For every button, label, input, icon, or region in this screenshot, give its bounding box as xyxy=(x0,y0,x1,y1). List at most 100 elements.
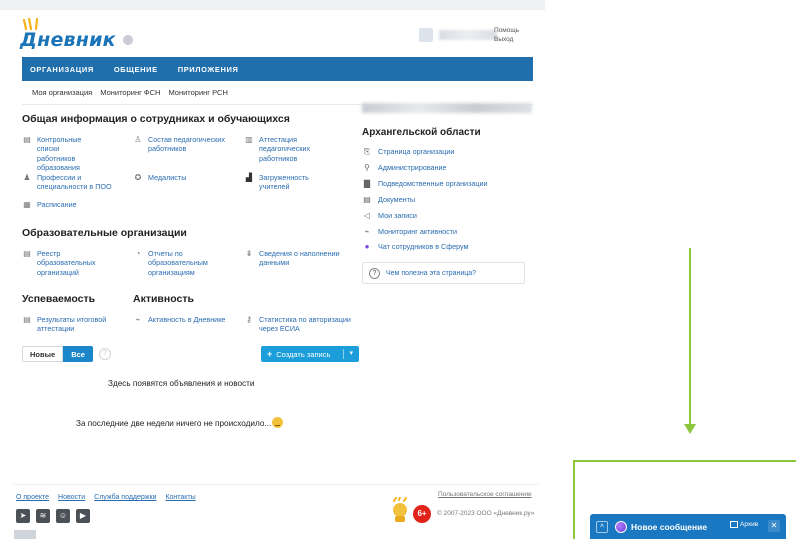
professions-link[interactable]: ♟ Профессии и специальности в ПОО xyxy=(22,173,132,192)
data-fill-link[interactable]: ⇟ Сведения о наполнении данными xyxy=(244,249,356,268)
nav-organization[interactable]: ОРГАНИЗАЦИЯ xyxy=(30,65,94,74)
chat-title[interactable]: Новое сообщение xyxy=(631,522,707,532)
subnav-my-organization[interactable]: Моя организация xyxy=(32,88,92,97)
building-icon: ▇ xyxy=(363,179,371,188)
annotation-box-left xyxy=(573,460,575,539)
org-reports-label: Отчеты по образовательным организациям xyxy=(148,249,208,277)
user-agreement-link[interactable]: Пользовательское соглашение xyxy=(438,491,532,498)
user-name-blurred[interactable] xyxy=(439,30,497,40)
nav-apps[interactable]: ПРИЛОЖЕНИЯ xyxy=(178,65,239,74)
social-links: ➤ ≋ ☺ ▶ xyxy=(16,509,96,523)
feedback-label: Чем полезна эта страница? xyxy=(386,269,477,277)
diary-activity-label: Активность в Дневнике xyxy=(148,315,226,324)
create-post-button[interactable]: + Создать запись ▾ xyxy=(261,346,359,362)
diary-activity-link[interactable]: ⌁ Активность в Дневнике xyxy=(133,315,243,325)
chat-widget[interactable]: ˄ Новое сообщение Архив ✕ xyxy=(590,514,786,539)
help-icon[interactable]: ? xyxy=(98,348,111,360)
documents-label: Документы xyxy=(378,195,416,204)
telegram-icon[interactable]: ➤ xyxy=(16,509,30,523)
checklists-link[interactable]: ▤ Контрольные списки работников образова… xyxy=(22,135,132,173)
teacher-load-label: Загруженность учителей xyxy=(259,173,309,192)
documents-link[interactable]: ▤ Документы xyxy=(362,195,415,204)
smile-emoji-icon xyxy=(272,417,284,428)
professions-label: Профессии и специальности в ПОО xyxy=(37,173,112,192)
organization-name-blurred xyxy=(362,103,532,113)
key-icon: ⚷ xyxy=(246,315,252,324)
certificate-icon: ▥ xyxy=(245,135,253,144)
teacher-load-link[interactable]: ▟ Загруженность учителей xyxy=(244,173,354,192)
activity-monitoring-label: Мониторинг активности xyxy=(378,227,458,236)
activity-heading: Активность xyxy=(133,293,194,305)
general-info-heading: Общая информация о сотрудниках и обучающ… xyxy=(22,113,290,125)
subnav-rsn-monitoring[interactable]: Мониторинг РСН xyxy=(168,88,227,97)
pulse-icon: ⌁ xyxy=(364,227,370,236)
main-nav: ОРГАНИЗАЦИЯ ОБЩЕНИЕ ПРИЛОЖЕНИЯ xyxy=(22,57,533,81)
medalists-link[interactable]: ✪ Медалисты xyxy=(133,173,243,183)
page-icon: ⎘ xyxy=(363,147,371,156)
activity-monitoring-link[interactable]: ⌁ Мониторинг активности xyxy=(362,227,458,236)
staff-composition-link[interactable]: ♙ Состав педагогических работников xyxy=(133,135,243,154)
profession-icon: ♟ xyxy=(23,173,31,182)
annotation-box-top xyxy=(573,460,796,462)
sferum-chat-label: Чат сотрудников в Сферум xyxy=(378,242,469,251)
status-dot-icon xyxy=(122,35,133,45)
footer-contacts-link[interactable]: Контакты xyxy=(165,494,195,501)
chevron-up-icon[interactable]: ˄ xyxy=(596,520,608,533)
logout-link[interactable]: Выход xyxy=(494,35,519,44)
my-posts-label: Мои записи xyxy=(378,211,417,220)
button-separator xyxy=(343,349,344,359)
final-attestation-link[interactable]: ▤ Результаты итоговой аттестации xyxy=(22,315,132,334)
results-icon: ▤ xyxy=(23,315,31,324)
news-filter: Новые Все ? xyxy=(22,346,111,362)
attestation-link[interactable]: ▥ Аттестация педагогических работников xyxy=(244,135,354,163)
megaphone-icon: ◁ xyxy=(363,211,371,220)
registry-link[interactable]: ▤ Реестр образовательных организаций xyxy=(22,249,132,277)
avatar[interactable] xyxy=(419,28,433,42)
annotation-arrow-head xyxy=(684,424,696,434)
documents-icon: ▤ xyxy=(363,195,371,204)
odnoklassniki-icon[interactable]: ☺ xyxy=(56,509,70,523)
tab-all[interactable]: Все xyxy=(63,346,93,362)
age-rating-badge: 6+ xyxy=(413,505,431,523)
footer-about-link[interactable]: О проекте xyxy=(16,494,49,501)
question-icon: ? xyxy=(369,267,380,279)
staff-composition-label: Состав педагогических работников xyxy=(148,135,225,154)
person-icon: ♙ xyxy=(134,135,142,144)
my-posts-link[interactable]: ◁ Мои записи xyxy=(362,211,417,220)
schedule-link[interactable]: ▦ Расписание xyxy=(22,200,132,210)
wrench-icon: ⚲ xyxy=(364,163,370,172)
data-fill-icon: ⇟ xyxy=(245,249,253,258)
org-reports-link[interactable]: ◔ Отчеты по образовательным организациям xyxy=(133,249,243,277)
registry-label: Реестр образовательных организаций xyxy=(37,249,96,277)
activity-icon: ⌁ xyxy=(135,315,141,324)
administration-link[interactable]: ⚲ Администрирование xyxy=(362,163,447,172)
help-link[interactable]: Помощь xyxy=(494,26,519,35)
sferum-chat-link[interactable]: ● Чат сотрудников в Сферум xyxy=(362,242,469,251)
tab-new[interactable]: Новые xyxy=(22,346,64,362)
feedback-box[interactable]: ? Чем полезна эта страница? xyxy=(362,262,525,284)
checklist-icon: ▤ xyxy=(23,135,31,144)
administration-label: Администрирование xyxy=(378,163,447,172)
medal-icon: ✪ xyxy=(134,173,142,182)
logo[interactable]: Дневник xyxy=(20,18,133,51)
chevron-down-icon[interactable]: ▾ xyxy=(349,349,353,357)
user-block[interactable] xyxy=(419,28,497,42)
scroll-tab xyxy=(14,530,36,539)
news-nothing-text: За последние две недели ничего не происх… xyxy=(76,419,272,428)
create-post-label: Создать запись xyxy=(276,349,331,359)
subordinate-orgs-link[interactable]: ▇ Подведомственные организации xyxy=(362,179,488,188)
footer-links: О проекте Новости Служба поддержки Конта… xyxy=(16,494,205,501)
org-page-link[interactable]: ⎘ Страница организации xyxy=(362,147,455,156)
close-icon[interactable]: ✕ xyxy=(768,520,780,532)
schedule-label: Расписание xyxy=(37,200,77,209)
esia-stats-link[interactable]: ⚷ Статистика по авторизации через ЕСИА xyxy=(244,315,356,334)
archive-icon xyxy=(730,521,738,528)
nav-communication[interactable]: ОБЩЕНИЕ xyxy=(114,65,158,74)
archive-button[interactable]: Архив xyxy=(730,521,758,528)
footer-support-link[interactable]: Служба поддержки xyxy=(94,494,156,501)
vk-icon[interactable]: ≋ xyxy=(36,509,50,523)
subnav-fsn-monitoring[interactable]: Мониторинг ФСН xyxy=(100,88,160,97)
news-nothing: За последние две недели ничего не происх… xyxy=(76,417,284,428)
video-icon[interactable]: ▶ xyxy=(76,509,90,523)
footer-news-link[interactable]: Новости xyxy=(58,494,85,501)
